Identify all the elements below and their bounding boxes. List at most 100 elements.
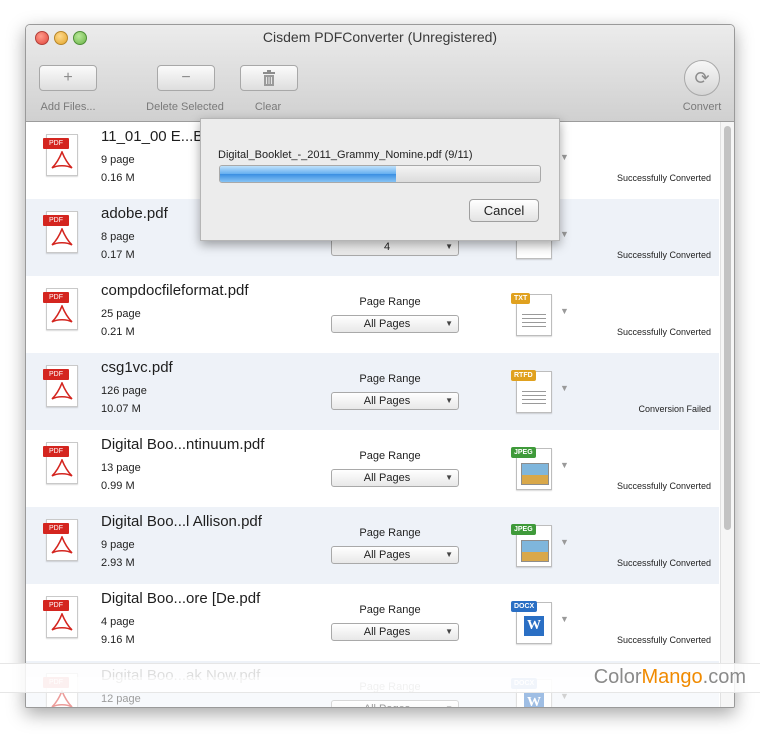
progress-fill xyxy=(220,166,396,182)
page-range-select[interactable]: All Pages ▼ xyxy=(331,546,459,564)
file-row[interactable]: PDF csg1vc.pdf 126 page 10.07 M Page Ran… xyxy=(26,353,719,430)
watermark-part-1: Color xyxy=(593,666,642,688)
output-format-icon[interactable]: RTFD xyxy=(511,370,552,413)
watermark-part-3: .com xyxy=(702,666,746,688)
acrobat-icon xyxy=(51,305,73,323)
file-row[interactable]: PDF Digital Boo...ntinuum.pdf 13 page 0.… xyxy=(26,430,719,507)
file-name: csg1vc.pdf xyxy=(101,359,173,376)
output-format-icon[interactable]: JPEG xyxy=(511,524,552,567)
output-format-icon[interactable]: TXT xyxy=(511,293,552,336)
format-dropdown-arrow-icon[interactable]: ▼ xyxy=(560,614,569,624)
page-range-label: Page Range xyxy=(359,450,421,462)
add-files-label: Add Files... xyxy=(40,101,96,113)
chevron-down-icon: ▼ xyxy=(445,550,453,559)
file-name: Digital Boo...ore [De.pdf xyxy=(101,590,261,607)
format-tag: DOCX xyxy=(511,601,538,612)
page-count: 25 page xyxy=(101,308,141,320)
pdf-tag: PDF xyxy=(43,600,69,611)
pdf-tag: PDF xyxy=(43,446,69,457)
pdf-file-icon: PDF xyxy=(43,519,78,561)
page-count: 9 page xyxy=(101,154,135,166)
page-count: 13 page xyxy=(101,462,141,474)
file-row[interactable]: PDF Digital Boo...ore [De.pdf 4 page 9.1… xyxy=(26,584,719,661)
page-range-label: Page Range xyxy=(359,296,421,308)
add-files-button[interactable]: + xyxy=(39,65,97,91)
watermark-text: ColorMango.com xyxy=(594,666,746,689)
plus-icon: + xyxy=(63,69,73,86)
minus-icon: − xyxy=(181,69,191,86)
word-icon: W xyxy=(524,616,544,636)
pdf-file-icon: PDF xyxy=(43,596,78,638)
chevron-down-icon: ▼ xyxy=(445,319,453,328)
conversion-status: Successfully Converted xyxy=(616,250,711,260)
acrobat-icon xyxy=(51,459,73,477)
output-format-icon[interactable]: JPEG xyxy=(511,447,552,490)
conversion-status: Successfully Converted xyxy=(616,635,711,645)
delete-selected-button[interactable]: − xyxy=(157,65,215,91)
page-range-value: All Pages xyxy=(363,472,411,484)
format-tag: JPEG xyxy=(511,524,536,535)
pdf-file-icon: PDF xyxy=(43,288,78,330)
page-range-select[interactable]: All Pages ▼ xyxy=(331,392,459,410)
progress-file-text: Digital_Booklet_-_2011_Grammy_Nomine.pdf… xyxy=(218,149,473,161)
text-lines-icon xyxy=(522,311,546,329)
format-dropdown-arrow-icon[interactable]: ▼ xyxy=(560,537,569,547)
page-range-select[interactable]: All Pages ▼ xyxy=(331,469,459,487)
page-range-select[interactable]: All Pages ▼ xyxy=(331,315,459,333)
page-range-value: All Pages xyxy=(363,395,411,407)
chevron-down-icon: ▼ xyxy=(445,473,453,482)
acrobat-icon xyxy=(51,536,73,554)
format-dropdown-arrow-icon[interactable]: ▼ xyxy=(560,306,569,316)
page-range-value: 4 xyxy=(383,241,391,253)
page-count: 4 page xyxy=(101,616,135,628)
pdf-tag: PDF xyxy=(43,369,69,380)
progress-dialog: Digital_Booklet_-_2011_Grammy_Nomine.pdf… xyxy=(200,118,560,241)
page-range-label: Page Range xyxy=(359,604,421,616)
chevron-down-icon: ▼ xyxy=(445,396,453,405)
file-size: 0.99 M xyxy=(101,480,135,492)
file-name: Digital Boo...l Allison.pdf xyxy=(101,513,262,530)
pdf-tag: PDF xyxy=(43,138,69,149)
file-size: 0.17 M xyxy=(101,249,135,261)
file-name: Digital Boo...ntinuum.pdf xyxy=(101,436,265,453)
chevron-down-icon: ▼ xyxy=(445,627,453,636)
convert-button[interactable]: ⟳ xyxy=(684,60,720,96)
file-size: 0.21 M xyxy=(101,326,135,338)
scrollbar[interactable] xyxy=(720,122,734,707)
acrobat-icon xyxy=(51,151,73,169)
image-icon xyxy=(521,463,549,485)
format-tag: TXT xyxy=(511,293,531,304)
page-count: 126 page xyxy=(101,385,147,397)
format-dropdown-arrow-icon[interactable]: ▼ xyxy=(560,383,569,393)
watermark-part-2: Mango xyxy=(641,666,703,688)
output-format-icon[interactable]: DOCX W xyxy=(511,601,552,644)
page-range-label: Page Range xyxy=(359,373,421,385)
convert-label: Convert xyxy=(682,101,722,113)
file-row[interactable]: PDF Digital Boo...l Allison.pdf 9 page 2… xyxy=(26,507,719,584)
file-row[interactable]: PDF compdocfileformat.pdf 25 page 0.21 M… xyxy=(26,276,719,353)
conversion-status: Successfully Converted xyxy=(616,558,711,568)
clear-label: Clear xyxy=(254,101,282,113)
format-dropdown-arrow-icon[interactable]: ▼ xyxy=(560,152,569,162)
acrobat-icon xyxy=(51,382,73,400)
page-count: 9 page xyxy=(101,539,135,551)
conversion-status: Conversion Failed xyxy=(638,404,711,414)
pdf-file-icon: PDF xyxy=(43,365,78,407)
format-dropdown-arrow-icon[interactable]: ▼ xyxy=(560,460,569,470)
page-range-value: All Pages xyxy=(363,318,411,330)
clear-button[interactable] xyxy=(240,65,298,91)
page-range-value: All Pages xyxy=(363,549,411,561)
file-size: 2.93 M xyxy=(101,557,135,569)
acrobat-icon xyxy=(51,613,73,631)
conversion-status: Successfully Converted xyxy=(616,481,711,491)
scrollbar-thumb[interactable] xyxy=(724,126,731,530)
cancel-button[interactable]: Cancel xyxy=(469,199,539,222)
pdf-file-icon: PDF xyxy=(43,211,78,253)
page-range-select[interactable]: All Pages ▼ xyxy=(331,623,459,641)
delete-selected-label: Delete Selected xyxy=(146,101,224,113)
format-dropdown-arrow-icon[interactable]: ▼ xyxy=(560,229,569,239)
acrobat-icon xyxy=(51,228,73,246)
chevron-down-icon: ▼ xyxy=(445,242,453,251)
conversion-status: Successfully Converted xyxy=(616,173,711,183)
pdf-tag: PDF xyxy=(43,292,69,303)
